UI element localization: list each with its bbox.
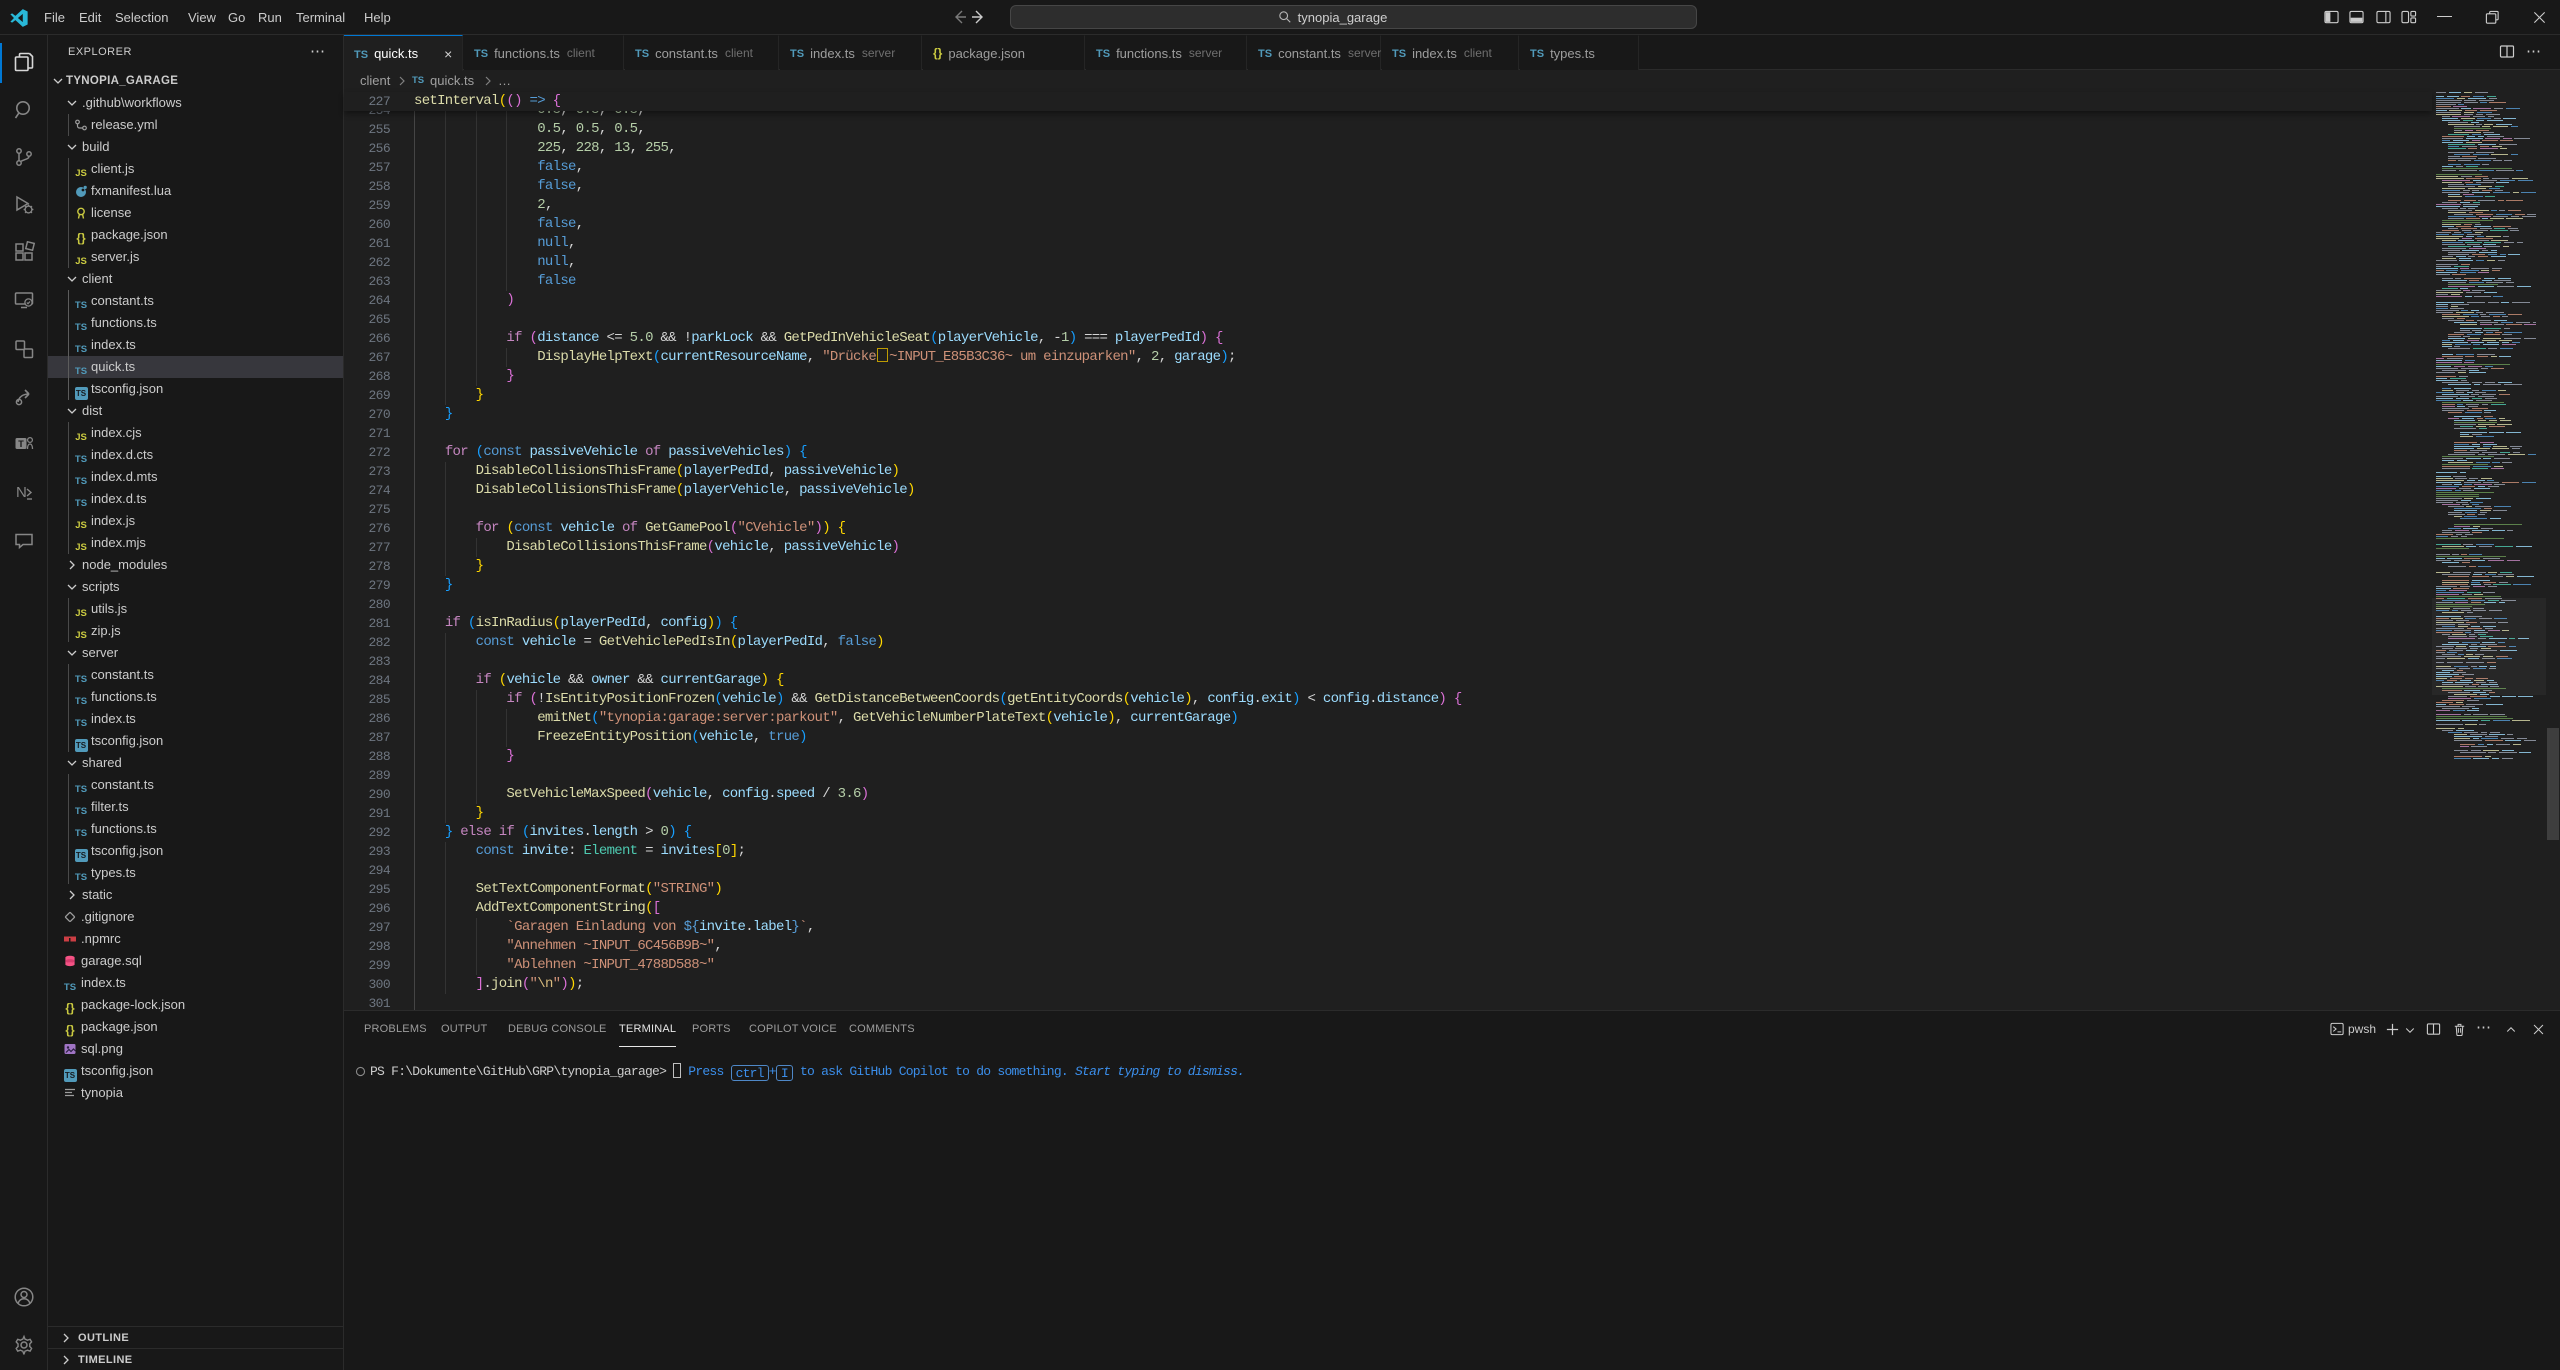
- svg-text:N: N: [16, 484, 27, 501]
- svg-text:T: T: [18, 439, 24, 449]
